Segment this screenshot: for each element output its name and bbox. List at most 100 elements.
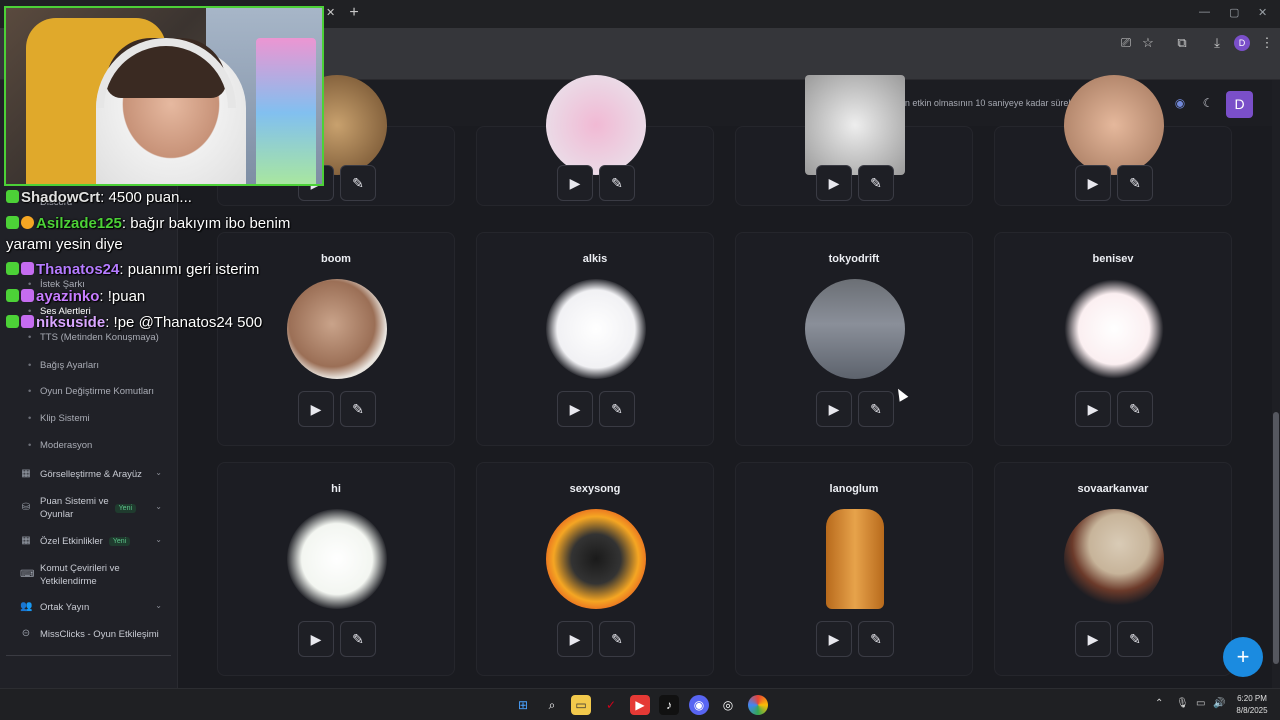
edit-button[interactable]: ✎ xyxy=(858,165,894,201)
sound-name: sexysong xyxy=(569,483,621,495)
chat-username: Asilzade125 xyxy=(36,215,122,232)
play-button[interactable]: ▶ xyxy=(816,391,852,427)
search-icon[interactable]: ⌕ xyxy=(542,695,562,715)
sound-card-alkis: alkis ▶ ✎ xyxy=(476,232,714,446)
chat-message: ShadowCrt: 4500 puan... xyxy=(6,189,192,206)
edit-button[interactable]: ✎ xyxy=(599,391,635,427)
label-line1: Komut Çevirileri ve xyxy=(40,563,120,574)
play-button[interactable]: ▶ xyxy=(816,165,852,201)
extensions-icon[interactable]: ⧉ xyxy=(1173,34,1191,52)
edit-button[interactable]: ✎ xyxy=(858,621,894,657)
new-tab-button[interactable]: + xyxy=(346,5,362,21)
chat-username: niksuside xyxy=(36,314,106,331)
sidebar-item-oyun-degistirme[interactable]: Oyun Değiştirme Komutları xyxy=(28,386,154,397)
sidebar-item-klip-sistemi[interactable]: Klip Sistemi xyxy=(28,413,90,424)
play-button[interactable]: ▶ xyxy=(557,391,593,427)
sidebar-item-bagis-ayarlari[interactable]: Bağış Ayarları xyxy=(28,360,99,371)
browser-menu-icon[interactable]: ⋮ xyxy=(1258,34,1276,52)
discord-taskbar-icon[interactable]: ◉ xyxy=(689,695,709,715)
edit-button[interactable]: ✎ xyxy=(1117,391,1153,427)
sound-card-lanoglum: lanoglum ▶ ✎ xyxy=(735,462,973,676)
chat-text: bağır bakıyım ibo benim xyxy=(130,215,291,232)
play-button[interactable]: ▶ xyxy=(557,621,593,657)
edit-button[interactable]: ✎ xyxy=(1117,165,1153,201)
chevron-down-icon: ⌄ xyxy=(155,535,162,544)
edit-button[interactable]: ✎ xyxy=(340,165,376,201)
sidebar-item-gorsellestirme[interactable]: ▦ Görselleştirme & Arayüz ⌄ xyxy=(20,468,170,480)
chat-text: !pe @Thanatos24 500 xyxy=(113,314,263,331)
sound-card: ▶ ✎ xyxy=(476,75,714,206)
bookmark-star-icon[interactable]: ☆ xyxy=(1139,34,1157,52)
scrollbar-thumb[interactable] xyxy=(1273,412,1279,664)
user-avatar[interactable]: D xyxy=(1226,91,1253,118)
label-line2: Yetkilendirme xyxy=(40,576,97,587)
chrome-icon[interactable] xyxy=(748,695,768,715)
play-button[interactable]: ▶ xyxy=(557,165,593,201)
edit-button[interactable]: ✎ xyxy=(599,165,635,201)
play-button[interactable]: ▶ xyxy=(1075,391,1111,427)
play-button[interactable]: ▶ xyxy=(298,391,334,427)
window-close-icon[interactable]: ✕ xyxy=(1258,6,1267,19)
chat-text: puanımı geri isterim xyxy=(127,261,260,278)
chat-username: Thanatos24 xyxy=(36,261,120,278)
play-button[interactable]: ▶ xyxy=(298,621,334,657)
calendar-icon: ▦ xyxy=(21,468,31,479)
file-explorer-icon[interactable]: ▭ xyxy=(571,695,591,715)
download-icon[interactable]: ⤓ xyxy=(1208,34,1226,52)
sound-name: lanoglum xyxy=(829,483,879,495)
sidebar-item-tts[interactable]: TTS (Metinden Konuşmaya) xyxy=(28,332,159,343)
microphone-icon[interactable]: 🎙 xyxy=(1176,698,1189,709)
profile-avatar[interactable]: D xyxy=(1234,35,1250,51)
chevron-down-icon: ⌄ xyxy=(155,601,162,610)
sidebar-item-ortak-yayin[interactable]: 👥 Ortak Yayın ⌄ xyxy=(20,601,170,613)
sound-card-benisev: benisev ▶ ✎ xyxy=(994,232,1232,446)
maximize-icon[interactable]: ▢ xyxy=(1229,6,1239,19)
sound-thumbnail xyxy=(1064,75,1164,175)
app-icon[interactable]: ✓ xyxy=(601,695,621,715)
sound-thumbnail xyxy=(805,279,905,379)
chat-text: 4500 puan... xyxy=(108,189,192,206)
edit-button[interactable]: ✎ xyxy=(340,621,376,657)
clock-time: 6:20 PM xyxy=(1237,694,1267,703)
sound-thumbnail xyxy=(826,509,884,609)
sound-name: benisev xyxy=(1092,253,1134,265)
sidebar-item-puan-sistemi[interactable]: ⛁ Puan Sistemi ve Oyunlar Yeni ⌄ xyxy=(20,494,170,522)
network-icon[interactable]: ▭ xyxy=(1196,698,1205,709)
edit-button[interactable]: ✎ xyxy=(599,621,635,657)
sidebar-item-ozel-etkinlikler[interactable]: ▦ Özel Etkinlikler Yeni ⌄ xyxy=(20,535,170,547)
sound-thumbnail xyxy=(546,75,646,175)
discord-icon[interactable]: ◉ xyxy=(1173,96,1187,110)
play-button[interactable]: ▶ xyxy=(816,621,852,657)
moon-icon[interactable]: ☾ xyxy=(1201,96,1215,110)
edit-button[interactable]: ✎ xyxy=(1117,621,1153,657)
users-icon: 👥 xyxy=(20,601,33,612)
play-button[interactable]: ▶ xyxy=(1075,165,1111,201)
play-button[interactable]: ▶ xyxy=(1075,621,1111,657)
minimize-icon[interactable]: — xyxy=(1199,6,1210,18)
taskbar-clock[interactable]: 6:20 PM 8/8/2025 xyxy=(1228,693,1276,717)
volume-icon[interactable]: 🔊 xyxy=(1213,698,1225,709)
tiktok-icon[interactable]: ♪ xyxy=(659,695,679,715)
chat-badge-icon xyxy=(21,262,34,275)
add-sound-button[interactable]: + xyxy=(1223,637,1263,677)
sidebar-item-moderasyon[interactable]: Moderasyon xyxy=(28,440,92,451)
sidebar-item-missclicks[interactable]: ⊝ MissClicks - Oyun Etkileşimi xyxy=(20,628,170,640)
tray-chevron-icon[interactable]: ⌃ xyxy=(1155,698,1163,709)
edit-button[interactable]: ✎ xyxy=(340,391,376,427)
chat-badge-icon xyxy=(21,289,34,302)
label-line2: Oyunlar xyxy=(40,509,74,520)
sound-name: tokyodrift xyxy=(828,253,880,265)
youtube-icon[interactable]: ▶ xyxy=(630,695,650,715)
obs-icon[interactable]: ◎ xyxy=(718,695,738,715)
edit-button[interactable]: ✎ xyxy=(858,391,894,427)
chat-message: niksuside: !pe @Thanatos24 500 xyxy=(6,314,262,331)
tab-close-icon[interactable]: ✕ xyxy=(326,6,335,19)
chat-text: !puan xyxy=(107,288,146,305)
sound-card-sexysong: sexysong ▶ ✎ xyxy=(476,462,714,676)
cast-icon[interactable]: ⎚ xyxy=(1117,34,1135,52)
sidebar-item-komut-cevirileri[interactable]: ⌨ Komut Çevirileri ve Yetkilendirme xyxy=(20,561,170,589)
windows-start-icon[interactable]: ⊞ xyxy=(513,695,533,715)
label-line1: Puan Sistemi ve xyxy=(40,496,109,507)
sound-thumbnail xyxy=(546,509,646,609)
chat-message: Thanatos24: puanımı geri isterim xyxy=(6,261,259,278)
